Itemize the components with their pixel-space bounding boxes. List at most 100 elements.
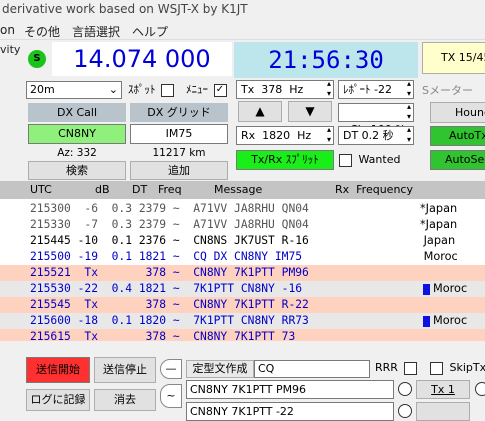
decode-row[interactable]: 215300 -6 0.3 2379 ~ A71VV JA8RHU QN04*J… bbox=[0, 201, 485, 217]
wanted-toggle[interactable]: Wanted bbox=[339, 152, 400, 168]
decode-row[interactable]: 215521 Tx 378 ~ CN8NY 7K1PTT PM96 bbox=[0, 265, 485, 281]
tx-hz-unit: Hz bbox=[289, 83, 303, 96]
dial-frequency-display: 14.074 000 bbox=[52, 42, 232, 76]
dx-call-header: DX Call bbox=[28, 103, 126, 122]
decode-row-text: 215445 -10 0.1 2376 ~ CN8NS JK7UST R-16 bbox=[30, 233, 309, 249]
header-rx-frequency: Rx Frequency bbox=[335, 183, 413, 196]
down-arrow-button[interactable]: ▼ bbox=[288, 101, 332, 122]
decode-row-text: 215530 -22 0.4 1821 ~ 7K1PTT CN8NY -16 bbox=[30, 281, 302, 297]
autotx-button[interactable]: AutoTx bbox=[430, 126, 485, 146]
txrx-split-button[interactable]: Tx/Rx ｽﾌﾟﾘｯﾄ bbox=[236, 150, 334, 170]
autoseq-button[interactable]: AutoSeq bbox=[430, 150, 485, 170]
decode-row-text: 215330 -7 0.3 2379 ~ A71VV JA8RHU QN04 bbox=[30, 217, 309, 233]
tx-frequency-spinbox[interactable]: Tx 378 Hz ▴▾ bbox=[236, 80, 334, 99]
add-button[interactable]: 追加 bbox=[130, 161, 228, 180]
decode-row-country: *Japan bbox=[420, 217, 457, 233]
decode-row-country: Moroc bbox=[420, 249, 458, 265]
tx-period-button[interactable]: TX 15/45 bbox=[422, 42, 485, 74]
rx-hz-unit: Hz bbox=[297, 129, 311, 142]
skiptx1-label: SkipTx1 bbox=[450, 361, 485, 374]
tx2-radio[interactable] bbox=[398, 404, 412, 418]
left-edge-strip bbox=[0, 58, 20, 72]
header-message: Message bbox=[214, 183, 262, 196]
decode-row[interactable]: 215600 -18 0.1 1820 ~ 7K1PTT CN8NY RR73 M… bbox=[0, 313, 485, 329]
tx2-button[interactable] bbox=[416, 402, 470, 421]
rrr-toggle[interactable]: RRR bbox=[375, 361, 417, 375]
s-meter-label: Sメーター bbox=[422, 82, 473, 98]
left-edge-label: vity bbox=[0, 43, 20, 56]
band-select[interactable]: 20m ⌄ bbox=[26, 81, 122, 99]
tx1-next-radio[interactable] bbox=[475, 382, 485, 396]
decode-row[interactable]: 215530 -22 0.4 1821 ~ 7K1PTT CN8NY -16 Mo… bbox=[0, 281, 485, 297]
wanted-checkbox[interactable] bbox=[339, 154, 352, 167]
up-arrow-button[interactable]: ▲ bbox=[238, 101, 282, 122]
menu-item-help[interactable]: ヘルプ bbox=[132, 23, 168, 40]
rx-hz-label: Rx bbox=[241, 129, 255, 142]
dt-value: DT 0.2 秒 bbox=[343, 129, 394, 142]
cl-spinbox[interactable]: CL 100 % ▴▾ bbox=[338, 103, 414, 122]
marker-icon bbox=[423, 316, 430, 327]
spin-arrows-icon[interactable]: ▴▾ bbox=[407, 102, 411, 122]
decode-row[interactable]: 215330 -7 0.3 2379 ~ A71VV JA8RHU QN04 *J… bbox=[0, 217, 485, 233]
skiptx1-toggle[interactable]: SkipTx1 bbox=[430, 361, 485, 375]
decode-row-text: 215600 -18 0.1 1820 ~ 7K1PTT CN8NY RR73 bbox=[30, 313, 309, 329]
tab2-selector[interactable]: ~ bbox=[160, 384, 182, 408]
cq-field[interactable]: CQ bbox=[254, 360, 370, 378]
decode-row-country: Japan bbox=[420, 233, 455, 249]
status-indicator: S bbox=[28, 50, 46, 68]
tab1-selector[interactable]: — bbox=[160, 359, 182, 379]
decode-row-text: 215545 Tx 378 ~ CN8NY 7K1PTT R-22 bbox=[30, 297, 309, 313]
decode-row-country: Moroc bbox=[433, 313, 467, 329]
decode-row-text: 215500 -19 0.1 1821 ~ CQ DX CN8NY IM75 bbox=[30, 249, 302, 265]
hound-button[interactable]: Hound bbox=[430, 102, 485, 123]
spin-arrows-icon[interactable]: ▴▾ bbox=[327, 125, 331, 145]
tx-hz-label: Tx bbox=[241, 83, 254, 96]
chevron-down-icon: ⌄ bbox=[109, 82, 118, 98]
report-spinbox[interactable]: ﾚﾎﾟｰﾄ -22 ▴▾ bbox=[338, 80, 414, 99]
decode-row-text: 215300 -6 0.3 2379 ~ A71VV JA8RHU QN04 bbox=[30, 201, 309, 217]
spin-arrows-icon[interactable]: ▴▾ bbox=[327, 79, 331, 99]
rx-frequency-spinbox[interactable]: Rx 1820 Hz ▴▾ bbox=[236, 126, 334, 145]
template-message-button[interactable]: 定型文作成 bbox=[186, 360, 254, 378]
decode-row[interactable]: 215500 -19 0.1 1821 ~ CQ DX CN8NY IM75 M… bbox=[0, 249, 485, 265]
dx-call-input[interactable]: CN8NY bbox=[28, 124, 126, 144]
lookup-button[interactable]: 検索 bbox=[28, 161, 126, 180]
menu-toggle-label: ﾒﾆｭｰ bbox=[186, 83, 208, 96]
spin-arrows-icon[interactable]: ▴▾ bbox=[407, 79, 411, 99]
skiptx1-checkbox[interactable] bbox=[430, 362, 443, 375]
decode-row[interactable]: 215445 -10 0.1 2376 ~ CN8NS JK7UST R-16 … bbox=[0, 233, 485, 249]
spin-arrows-icon[interactable]: ▴▾ bbox=[407, 125, 411, 145]
menu-toggle-checkbox[interactable]: ✓ bbox=[214, 84, 227, 97]
tx1-message-field[interactable]: CN8NY 7K1PTT PM96 bbox=[186, 380, 394, 399]
decode-list[interactable]: 215300 -6 0.3 2379 ~ A71VV JA8RHU QN04 *J… bbox=[0, 199, 485, 341]
menu-item-mode[interactable]: on bbox=[0, 23, 15, 37]
clock-display: 21:56:30 bbox=[234, 42, 418, 78]
menu-item-language[interactable]: 言語選択 bbox=[72, 23, 120, 40]
menu-item-other[interactable]: その他 bbox=[24, 23, 60, 40]
stop-tx-button[interactable]: 送信停止 bbox=[94, 357, 156, 383]
wanted-label: Wanted bbox=[359, 153, 401, 166]
spot-label: ｽﾎﾟｯﾄ bbox=[128, 83, 156, 96]
tx2-message-field[interactable]: CN8NY 7K1PTT -22 bbox=[186, 402, 394, 421]
dt-spinbox[interactable]: DT 0.2 秒 ▴▾ bbox=[338, 126, 414, 145]
spot-toggle[interactable]: ｽﾎﾟｯﾄ bbox=[128, 82, 174, 98]
tx1-radio[interactable] bbox=[398, 382, 412, 396]
rrr-checkbox[interactable] bbox=[404, 362, 417, 375]
log-qso-button[interactable]: ログに記録 bbox=[26, 389, 90, 411]
marker-icon bbox=[423, 284, 430, 295]
header-db: dB bbox=[95, 183, 110, 196]
decode-row[interactable]: 215545 Tx 378 ~ CN8NY 7K1PTT R-22 bbox=[0, 297, 485, 313]
dx-grid-input[interactable]: IM75 bbox=[130, 124, 228, 144]
decode-row[interactable]: 215615 Tx 378 ~ CN8NY 7K1PTT 73 bbox=[0, 329, 485, 341]
start-tx-button[interactable]: 送信開始 bbox=[26, 357, 90, 383]
tx1-button[interactable]: Tx 1 bbox=[416, 380, 470, 399]
menu-toggle[interactable]: ﾒﾆｭｰ ✓ bbox=[186, 82, 227, 98]
menu-bar: on その他 言語選択 ヘルプ bbox=[0, 21, 485, 39]
band-value: 20m bbox=[30, 83, 55, 96]
rx-hz-value: 1820 bbox=[262, 129, 290, 142]
header-freq: Freq bbox=[158, 183, 182, 196]
spot-checkbox[interactable] bbox=[161, 84, 174, 97]
decode-row-country: Moroc bbox=[433, 281, 467, 297]
header-dt: DT bbox=[132, 183, 147, 196]
clear-button[interactable]: 消去 bbox=[94, 389, 156, 411]
